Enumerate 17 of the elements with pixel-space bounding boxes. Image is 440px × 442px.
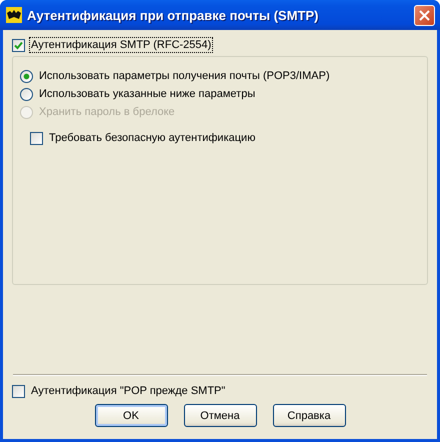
- radio-button[interactable]: [20, 70, 33, 82]
- dialog-button[interactable]: Справка: [272, 404, 346, 427]
- window-title: Аутентификация при отправке почты (SMTP): [27, 8, 320, 22]
- dialog-button[interactable]: OK: [94, 404, 168, 427]
- app-icon: [6, 7, 22, 23]
- dialog-button[interactable]: Отмена: [184, 404, 256, 427]
- checkbox-label[interactable]: Требовать безопасную аутентификацию: [48, 131, 256, 145]
- close-button[interactable]: [414, 4, 435, 26]
- radio-label[interactable]: Использовать указанные ниже параметры: [38, 87, 256, 101]
- radio-button[interactable]: [20, 88, 33, 100]
- close-icon: [419, 10, 430, 20]
- checkbox-label[interactable]: Аутентификация SMTP (RFC-2554): [30, 38, 212, 52]
- checkbox[interactable]: [12, 38, 25, 52]
- checkbox-label[interactable]: Аутентификация "POP прежде SMTP": [30, 384, 226, 398]
- checkbox[interactable]: [12, 384, 25, 398]
- radio-label[interactable]: Использовать параметры получения почты (POP3/IMAP): [38, 69, 331, 83]
- checkbox[interactable]: [30, 132, 43, 144]
